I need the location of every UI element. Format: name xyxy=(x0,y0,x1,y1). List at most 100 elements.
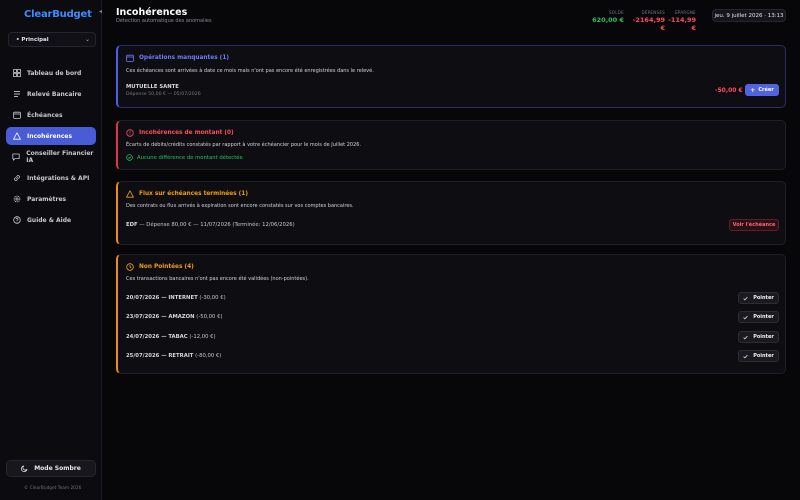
list-item-amount: (-30,00 €) xyxy=(197,295,226,301)
card-title-text: Opérations manquantes (1) xyxy=(139,55,230,61)
card-title-text: Non Pointées (4) xyxy=(139,264,194,270)
operation-name: MUTUELLE SANTE xyxy=(126,84,179,90)
stat-expenses: DÉPENSES -2164,99 € xyxy=(627,10,665,32)
dashboard-icon xyxy=(12,69,21,78)
list-item: 20/07/2026 — INTERNET (-30,00 €) xyxy=(126,295,226,301)
list-item: 23/07/2026 — AMAZON (-50,00 €) xyxy=(126,314,223,320)
sidebar-nav: Tableau de bord Relevé Bancaire Échéance… xyxy=(6,64,96,232)
warning-icon xyxy=(12,132,21,141)
sidebar-item-label: Incohérences xyxy=(27,132,73,140)
dark-mode-label: Mode Sombre xyxy=(34,465,81,472)
check-icon xyxy=(743,315,748,320)
ok-message: Aucune différence de montant détectée xyxy=(126,154,243,161)
sidebar-item-label: Conseiller Financier IA xyxy=(26,150,94,164)
create-button-label: Créer xyxy=(758,87,774,93)
sidebar-item-label: Intégrations & API xyxy=(27,174,90,182)
sidebar-item-settings[interactable]: Paramètres xyxy=(6,190,96,208)
card-title: Non Pointées (4) xyxy=(126,263,194,271)
list-item: 25/07/2026 — RETRAIT (-80,00 €) xyxy=(126,353,221,359)
list-item: 24/07/2026 — TABAC (-12,00 €) xyxy=(126,334,216,340)
ok-message-text: Aucune différence de montant détectée xyxy=(137,154,243,161)
copyright: © ClearBudget Team 2026 xyxy=(24,486,82,491)
stat-label: SOLDE xyxy=(608,10,624,15)
help-icon xyxy=(12,216,21,225)
sidebar-item-label: Relevé Bancaire xyxy=(27,90,82,98)
list-item-amount: (-80,00 €) xyxy=(193,353,222,359)
sidebar-item-statement[interactable]: Relevé Bancaire xyxy=(6,85,96,103)
card-title: Incohérences de montant (0) xyxy=(126,129,234,137)
missing-operations-card: Opérations manquantes (1) Ces échéances … xyxy=(116,45,786,108)
sidebar-item-label: Guide & Aide xyxy=(27,216,72,224)
stat-balance: SOLDE 620,00 € xyxy=(592,10,624,24)
unchecked-transactions-card: Non Pointées (4) Ces transactions bancai… xyxy=(116,254,786,374)
account-select-value: • Principal xyxy=(16,36,49,43)
stat-value: -2164,99 € xyxy=(632,16,665,32)
create-button[interactable]: + Créer xyxy=(745,84,779,96)
stat-value: -114,99 € xyxy=(668,16,696,32)
page-subtitle: Détection automatique des anomalies xyxy=(116,18,212,24)
chevron-down-icon: ⌄ xyxy=(84,35,90,43)
pointer-button[interactable]: Pointer xyxy=(738,331,779,343)
card-title-text: Flux sur échéances terminées (1) xyxy=(139,191,248,197)
pointer-button[interactable]: Pointer xyxy=(738,292,779,304)
card-description: Ces échéances sont arrivées à date ce mo… xyxy=(126,68,374,74)
sidebar-item-echeances[interactable]: Échéances xyxy=(6,106,96,124)
stat-savings: ÉPARGNE -114,99 € xyxy=(666,10,696,32)
list-item-amount: (-50,00 €) xyxy=(194,314,223,320)
operation-detail: Dépense 50,00 € — 05/07/2026 xyxy=(126,92,201,97)
sidebar-item-label: Paramètres xyxy=(27,195,67,203)
card-title: Flux sur échéances terminées (1) xyxy=(126,190,248,198)
statement-icon xyxy=(12,90,21,99)
pointer-button-label: Pointer xyxy=(753,334,774,340)
flow-item: EDF — Dépense 80,00 € — 11/07/2026 (Term… xyxy=(126,222,295,228)
sidebar-item-integrations[interactable]: Intégrations & API xyxy=(6,169,96,187)
amount-inconsistencies-card: Incohérences de montant (0) Écarts de dé… xyxy=(116,120,786,170)
calendar-icon xyxy=(12,111,21,120)
page-title: Incohérences xyxy=(116,7,188,18)
check-icon xyxy=(743,335,748,340)
account-select[interactable]: • Principal ⌄ xyxy=(8,32,96,47)
list-item-amount: (-12,00 €) xyxy=(187,334,216,340)
stat-label: ÉPARGNE xyxy=(675,10,696,15)
sidebar-item-dashboard[interactable]: Tableau de bord xyxy=(6,64,96,82)
check-icon xyxy=(743,354,748,359)
plus-icon: + xyxy=(750,86,756,94)
sidebar-item-advisor[interactable]: Conseiller Financier IA xyxy=(6,148,96,166)
gear-icon xyxy=(12,195,21,204)
sidebar-item-label: Tableau de bord xyxy=(27,69,82,77)
card-description: Ces transactions bancaires n'ont pas enc… xyxy=(126,276,309,282)
pointer-button-label: Pointer xyxy=(753,353,774,359)
view-echeance-button[interactable]: Voir l'échéance xyxy=(729,219,779,231)
flow-item-name: EDF xyxy=(126,222,138,228)
card-title: Opérations manquantes (1) xyxy=(126,54,229,62)
pointer-button[interactable]: Pointer xyxy=(738,350,779,362)
sidebar-item-guide[interactable]: Guide & Aide xyxy=(6,211,96,229)
list-item-head: 24/07/2026 — TABAC xyxy=(126,334,188,340)
clock-icon xyxy=(126,263,134,271)
check-icon xyxy=(743,296,748,301)
date-chip[interactable]: jeu. 9 juillet 2026 · 13:13 xyxy=(712,9,786,22)
stat-value: 620,00 € xyxy=(592,16,624,24)
sidebar-item-incoherences[interactable]: Incohérences xyxy=(6,127,96,145)
list-item-head: 23/07/2026 — AMAZON xyxy=(126,314,195,320)
calendar-icon xyxy=(126,54,134,62)
dark-mode-button[interactable]: Mode Sombre xyxy=(6,460,96,477)
alert-circle-icon xyxy=(126,129,134,137)
page-header: Incohérences Détection automatique des a… xyxy=(102,0,800,33)
moon-icon xyxy=(21,465,28,472)
integration-icon xyxy=(12,174,21,183)
card-description: Des contrats ou flux arrivés à expiratio… xyxy=(126,203,354,209)
pointer-button-label: Pointer xyxy=(753,314,774,320)
list-item-head: 20/07/2026 — INTERNET xyxy=(126,295,198,301)
warning-icon xyxy=(126,190,134,198)
chat-icon xyxy=(12,153,20,162)
pointer-button[interactable]: Pointer xyxy=(738,311,779,323)
check-circle-icon xyxy=(126,154,133,161)
operation-amount: -50,00 € xyxy=(715,87,743,94)
sidebar: ClearBudget ◂ • Principal ⌄ Tableau de b… xyxy=(0,0,102,500)
flow-item-detail: — Dépense 80,00 € — 11/07/2026 (Terminée… xyxy=(137,222,295,228)
list-item-head: 25/07/2026 — RETRAIT xyxy=(126,353,194,359)
app-logo[interactable]: ClearBudget xyxy=(24,9,92,20)
stat-label: DÉPENSES xyxy=(641,10,665,15)
card-description: Écarts de débits/crédits constatés par r… xyxy=(126,142,362,148)
